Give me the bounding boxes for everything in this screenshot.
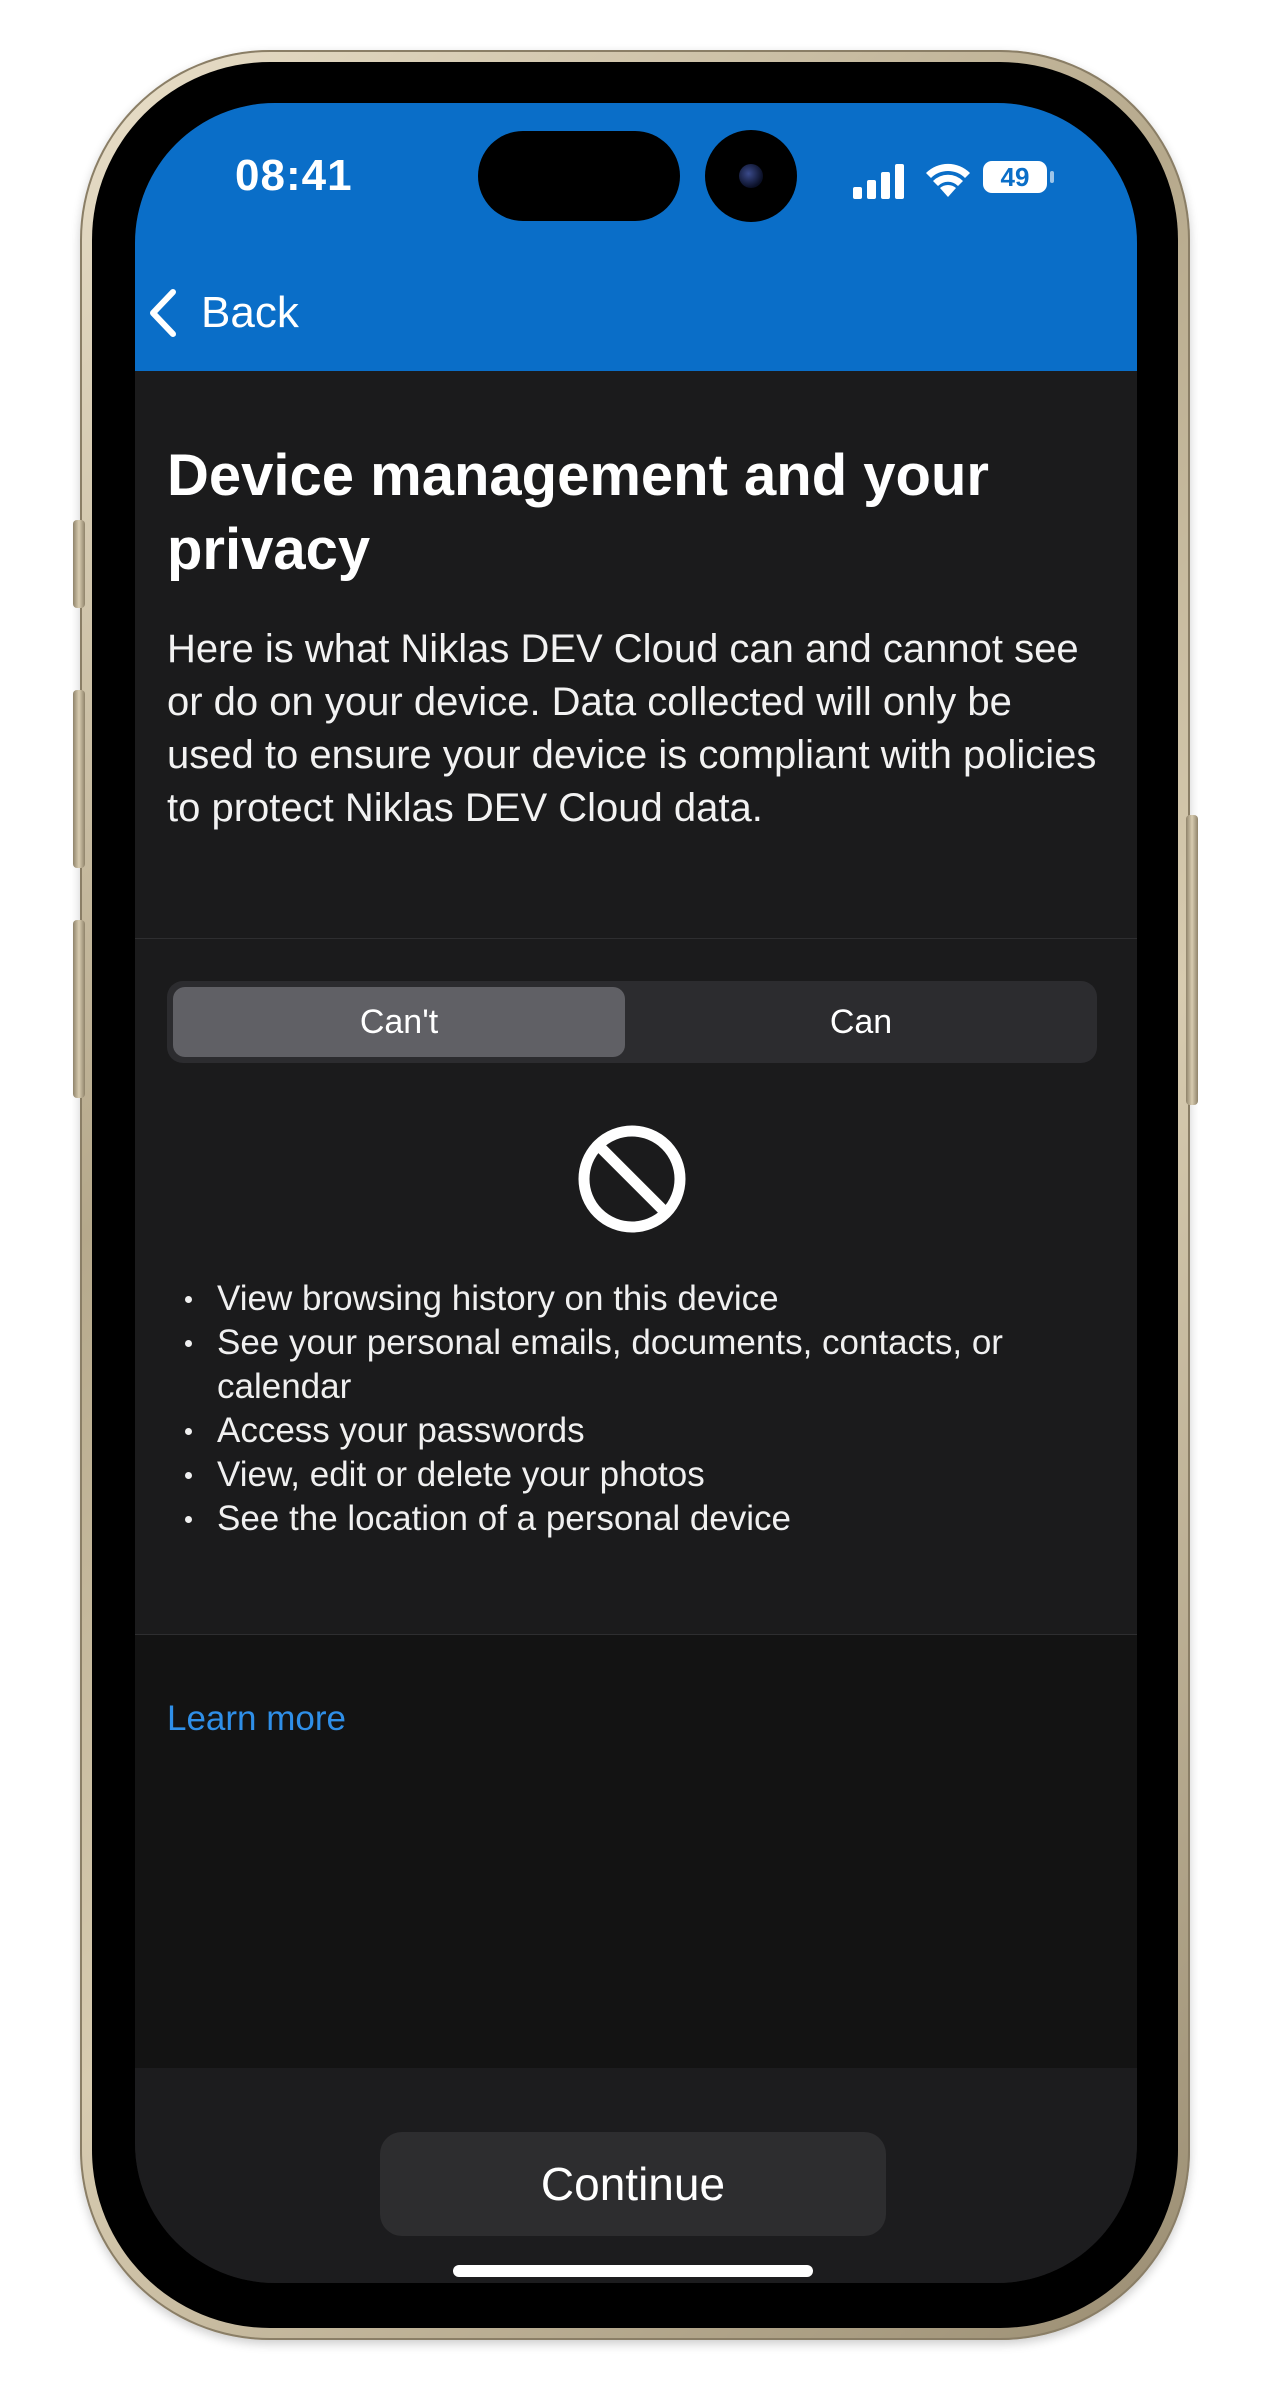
intro-section: Device management and your privacy Here … bbox=[135, 371, 1137, 938]
back-label: Back bbox=[201, 288, 299, 337]
action-button bbox=[73, 520, 85, 608]
list-item: Access your passwords bbox=[175, 1409, 1105, 1453]
front-camera bbox=[705, 130, 797, 222]
cellular-signal-icon bbox=[853, 164, 904, 199]
list-item: View browsing history on this device bbox=[175, 1277, 1105, 1321]
learn-more-section: Learn more bbox=[135, 1635, 1137, 2071]
dynamic-island bbox=[478, 131, 680, 221]
phone-screen: 08:41 49 Back Device management and your… bbox=[135, 103, 1137, 2283]
home-indicator[interactable] bbox=[453, 2265, 813, 2277]
prohibited-icon bbox=[578, 1125, 686, 1233]
cant-can-segmented-control: Can't Can bbox=[167, 981, 1097, 1063]
segment-cant[interactable]: Can't bbox=[173, 987, 625, 1057]
volume-down-button bbox=[73, 920, 85, 1098]
learn-more-link[interactable]: Learn more bbox=[167, 1699, 346, 1739]
divider bbox=[135, 938, 1137, 939]
footer-bar: Continue bbox=[135, 2068, 1137, 2283]
list-item: View, edit or delete your photos bbox=[175, 1453, 1105, 1497]
battery-icon: 49 bbox=[983, 161, 1047, 193]
back-button[interactable]: Back bbox=[145, 283, 299, 343]
list-item: See your personal emails, documents, con… bbox=[175, 1321, 1105, 1409]
list-item: See the location of a personal device bbox=[175, 1497, 1105, 1541]
chevron-left-icon bbox=[150, 289, 176, 337]
page-description: Here is what Niklas DEV Cloud can and ca… bbox=[167, 627, 1097, 830]
page-title: Device management and your privacy bbox=[167, 443, 989, 582]
content-area: Device management and your privacy Here … bbox=[135, 371, 1137, 2071]
volume-up-button bbox=[73, 690, 85, 868]
wifi-icon bbox=[926, 163, 970, 197]
cant-list: View browsing history on this device See… bbox=[175, 1277, 1105, 1541]
header-bar: 08:41 49 Back bbox=[135, 103, 1137, 371]
continue-button[interactable]: Continue bbox=[380, 2132, 886, 2236]
status-time: 08:41 bbox=[235, 151, 353, 200]
power-button bbox=[1186, 815, 1198, 1105]
segment-can[interactable]: Can bbox=[631, 987, 1091, 1057]
battery-nub bbox=[1050, 171, 1054, 183]
